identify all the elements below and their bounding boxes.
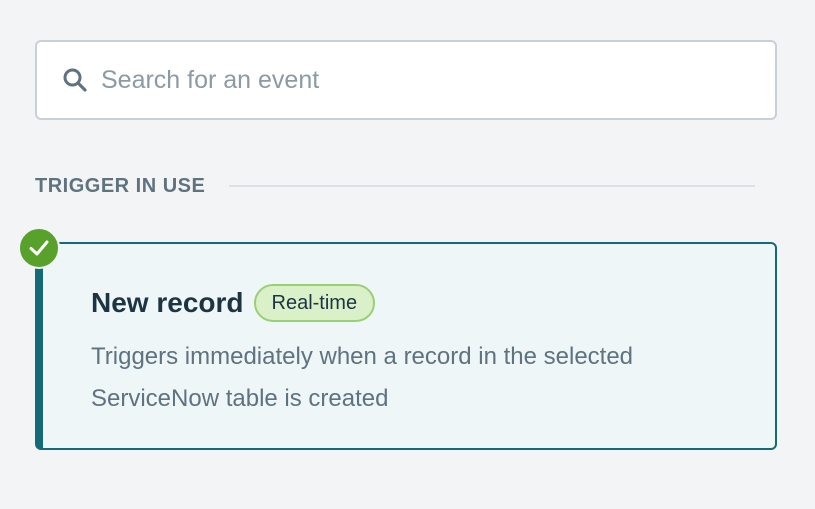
- search-icon: [63, 68, 87, 92]
- trigger-description: Triggers immediately when a record in th…: [91, 343, 634, 412]
- trigger-title-row: New record Real-time: [91, 284, 376, 322]
- check-icon: [29, 240, 49, 256]
- event-picker: TRIGGER IN USE New record Real-time Trig…: [0, 0, 815, 509]
- trigger-card[interactable]: New record Real-time Triggers immediatel…: [35, 242, 777, 450]
- trigger-title: New record: [91, 287, 244, 318]
- search-input[interactable]: [101, 42, 761, 118]
- section-header: TRIGGER IN USE: [35, 172, 755, 200]
- section-title: TRIGGER IN USE: [35, 174, 206, 197]
- section-divider: [229, 185, 755, 187]
- realtime-badge: Real-time: [253, 284, 376, 322]
- selected-check-badge: [18, 227, 60, 269]
- search-box[interactable]: [35, 40, 777, 120]
